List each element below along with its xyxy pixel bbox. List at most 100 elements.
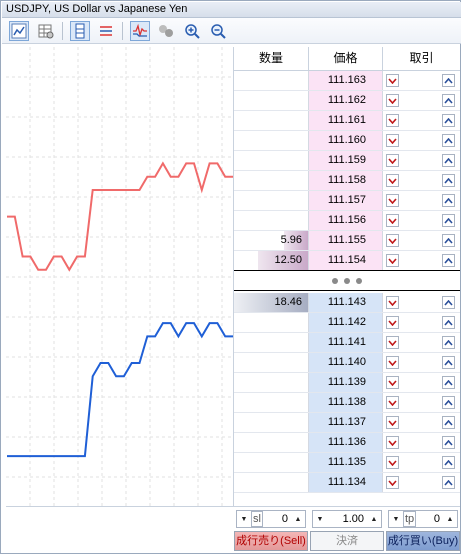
sell-limit-button[interactable] (386, 396, 399, 409)
price-cell: 111.157 (308, 191, 383, 210)
chevron-down-icon (388, 359, 397, 366)
chevron-up-icon (444, 177, 453, 184)
trade-cell (383, 453, 460, 472)
sell-limit-button[interactable] (386, 234, 399, 247)
depth-button[interactable] (70, 21, 90, 41)
sell-limit-button[interactable] (386, 336, 399, 349)
chevron-down-icon (388, 439, 397, 446)
chevron-down-icon (388, 137, 397, 144)
trade-list-button[interactable] (96, 21, 116, 41)
price-cell: 111.159 (308, 151, 383, 170)
sell-limit-button[interactable] (386, 174, 399, 187)
buy-limit-button[interactable] (442, 456, 455, 469)
trade-cell (383, 393, 460, 412)
chevron-up-icon (444, 117, 453, 124)
buy-limit-button[interactable] (442, 214, 455, 227)
table-mode-button[interactable] (36, 21, 56, 41)
close-position-button[interactable]: 決済 (310, 531, 384, 551)
market-buy-button[interactable]: 成行買い(Buy) (386, 531, 460, 551)
volume-cell (234, 453, 308, 472)
buy-limit-button[interactable] (442, 336, 455, 349)
volume-stepper[interactable]: ▼ 1.00 ▲ (312, 510, 382, 528)
buy-limit-button[interactable] (442, 254, 455, 267)
bid-row: 111.140 (234, 353, 460, 373)
sell-limit-button[interactable] (386, 436, 399, 449)
window-title: USDJPY, US Dollar vs Japanese Yen (2, 2, 461, 18)
trade-cell (383, 171, 460, 190)
buy-limit-button[interactable] (442, 436, 455, 449)
chevron-up-icon (444, 479, 453, 486)
bid-tick-line (7, 322, 233, 458)
sell-limit-button[interactable] (386, 114, 399, 127)
chart-mode-button[interactable] (9, 21, 29, 41)
trade-cell (383, 131, 460, 150)
bubbles-icon (159, 25, 173, 37)
chevron-down-icon (388, 459, 397, 466)
chevron-down-icon (388, 319, 397, 326)
sell-limit-button[interactable] (386, 316, 399, 329)
price-cell: 111.139 (308, 373, 383, 392)
buy-limit-button[interactable] (442, 134, 455, 147)
volume-cell (234, 413, 308, 432)
buy-limit-button[interactable] (442, 396, 455, 409)
trade-header: 取引 (409, 51, 434, 65)
volume-decrease-button[interactable]: ▼ (313, 511, 327, 527)
buy-limit-button[interactable] (442, 234, 455, 247)
buy-limit-button[interactable] (442, 74, 455, 87)
sl-stepper[interactable]: ▼ sl 0 ▲ (236, 510, 306, 528)
chevron-down-icon (388, 399, 397, 406)
sell-limit-button[interactable] (386, 154, 399, 167)
tp-increase-button[interactable]: ▲ (443, 511, 457, 527)
buy-limit-button[interactable] (442, 154, 455, 167)
sell-limit-button[interactable] (386, 194, 399, 207)
volume-cell (234, 111, 308, 130)
buy-limit-button[interactable] (442, 174, 455, 187)
buy-limit-button[interactable] (442, 316, 455, 329)
tp-decrease-button[interactable]: ▼ (389, 511, 403, 527)
chevron-up-icon (444, 439, 453, 446)
ask-row: 111.158 (234, 171, 460, 191)
volume-cell (234, 131, 308, 150)
sl-decrease-button[interactable]: ▼ (237, 511, 251, 527)
buy-limit-button[interactable] (442, 476, 455, 489)
buy-limit-button[interactable] (442, 296, 455, 309)
buy-limit-button[interactable] (442, 356, 455, 369)
sl-increase-button[interactable]: ▲ (291, 511, 305, 527)
sell-limit-button[interactable] (386, 134, 399, 147)
tp-stepper[interactable]: ▼ tp 0 ▲ (388, 510, 458, 528)
sell-limit-button[interactable] (386, 296, 399, 309)
sell-limit-button[interactable] (386, 74, 399, 87)
buy-limit-button[interactable] (442, 114, 455, 127)
tick-chart[interactable] (6, 47, 234, 506)
sell-limit-button[interactable] (386, 94, 399, 107)
volume-value[interactable]: 1.00 (327, 513, 367, 525)
sell-limit-button[interactable] (386, 456, 399, 469)
sell-limit-button[interactable] (386, 476, 399, 489)
sell-limit-button[interactable] (386, 416, 399, 429)
sell-limit-button[interactable] (386, 254, 399, 267)
buy-limit-button[interactable] (442, 94, 455, 107)
volume-cell (234, 473, 308, 492)
volume-increase-button[interactable]: ▲ (367, 511, 381, 527)
sell-limit-button[interactable] (386, 356, 399, 369)
ask-row: 111.161 (234, 111, 460, 131)
chevron-down-icon (388, 177, 397, 184)
sl-value[interactable]: 0 (263, 513, 291, 525)
toolbar-separator (122, 22, 123, 40)
buy-limit-button[interactable] (442, 416, 455, 429)
ticks-chart-icon (133, 23, 147, 38)
sell-limit-button[interactable] (386, 214, 399, 227)
tp-value[interactable]: 0 (416, 513, 443, 525)
chevron-down-icon (388, 217, 397, 224)
bubbles-button[interactable] (156, 21, 176, 41)
zoom-out-button[interactable] (208, 21, 228, 41)
bid-row: 111.137 (234, 413, 460, 433)
buy-limit-button[interactable] (442, 376, 455, 389)
zoom-in-button[interactable] (182, 21, 202, 41)
volume-header: 数量 (258, 51, 283, 65)
sell-limit-button[interactable] (386, 376, 399, 389)
ticks-chart-button[interactable] (130, 21, 150, 41)
market-sell-button[interactable]: 成行売り(Sell) (234, 531, 308, 551)
buy-limit-button[interactable] (442, 194, 455, 207)
price-cell: 111.154 (308, 251, 383, 270)
